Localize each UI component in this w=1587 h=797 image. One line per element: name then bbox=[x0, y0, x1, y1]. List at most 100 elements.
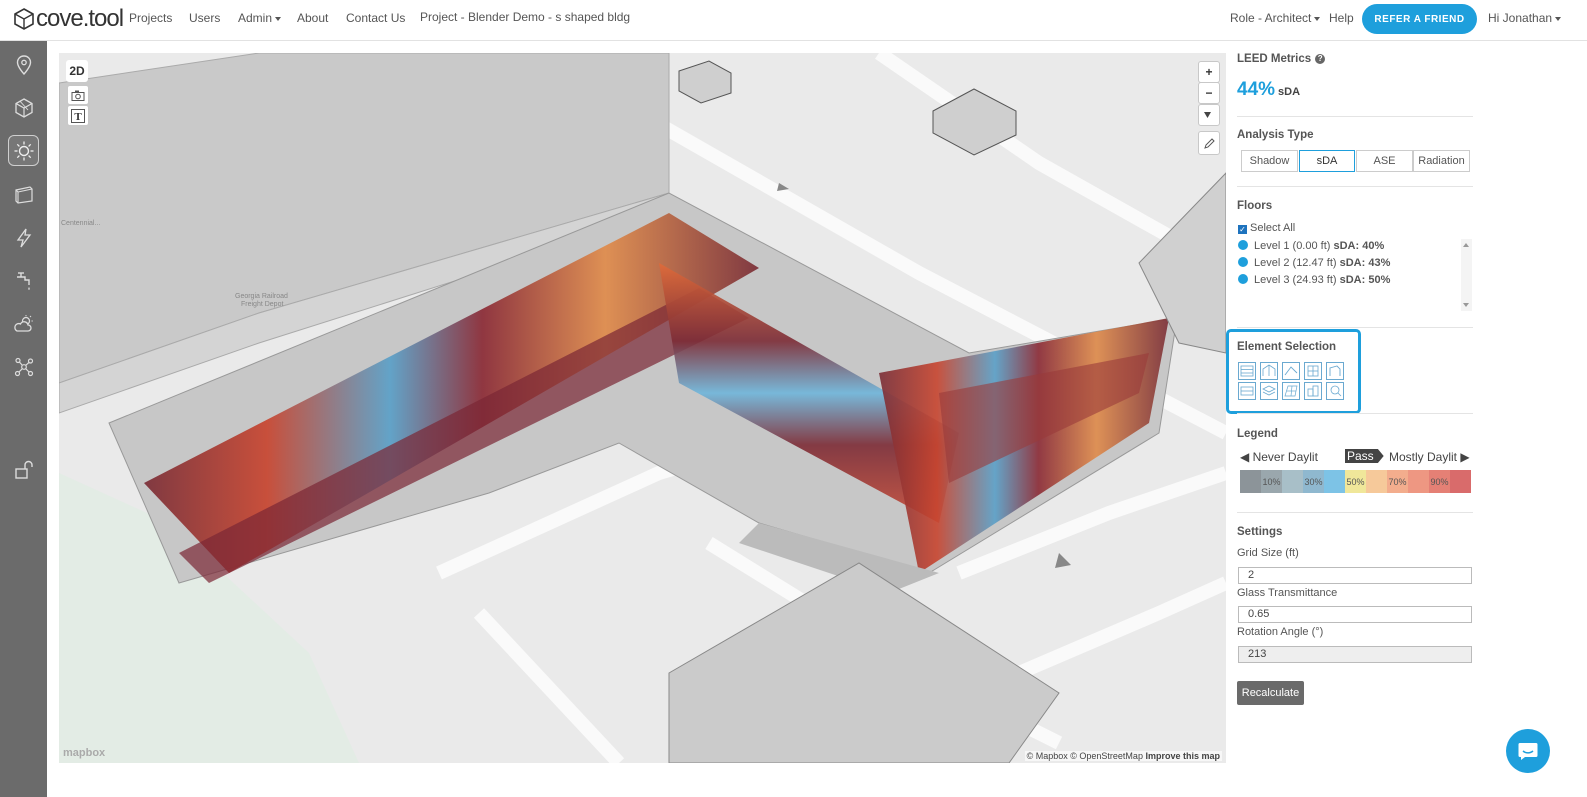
screenshot-camera-icon[interactable] bbox=[67, 85, 89, 105]
legend-never-daylit: ◀ Never Daylit bbox=[1240, 450, 1318, 464]
logo-text: cove.tool bbox=[36, 5, 124, 32]
legend-swatch bbox=[1366, 470, 1387, 493]
rotation-angle-label: Rotation Angle (°) bbox=[1237, 626, 1324, 638]
grid-size-label: Grid Size (ft) bbox=[1237, 547, 1299, 559]
logo-mark-icon bbox=[14, 8, 34, 30]
floor-item-level-2[interactable]: Level 2 (12.47 ft) sDA: 43% bbox=[1238, 257, 1390, 269]
text-label-icon[interactable]: T bbox=[67, 105, 89, 126]
water-faucet-icon[interactable] bbox=[8, 265, 39, 296]
toggle-2d-button[interactable]: 2D bbox=[66, 60, 88, 82]
wall-element-icon[interactable] bbox=[1238, 362, 1256, 380]
pencil-edit-icon[interactable] bbox=[1198, 131, 1220, 155]
floor-metric: sDA: 43% bbox=[1339, 257, 1391, 269]
legend-swatch bbox=[1408, 470, 1429, 493]
slope-element-icon[interactable] bbox=[1282, 362, 1300, 380]
map-attribution: © Mapbox © OpenStreetMap Improve this ma… bbox=[1024, 751, 1222, 761]
tab-ase[interactable]: ASE bbox=[1356, 150, 1413, 172]
window-element-icon[interactable] bbox=[1304, 362, 1322, 380]
compass-reset-icon[interactable] bbox=[1198, 104, 1220, 126]
nav-projects[interactable]: Projects bbox=[129, 11, 172, 25]
grid-element-icon[interactable] bbox=[1282, 382, 1300, 400]
role-dropdown[interactable]: Role - Architect bbox=[1230, 11, 1320, 25]
floor-element-icon[interactable] bbox=[1238, 382, 1256, 400]
nav-about[interactable]: About bbox=[297, 11, 328, 25]
select-all-label: Select All bbox=[1250, 222, 1296, 234]
refer-friend-button[interactable]: REFER A FRIEND bbox=[1362, 4, 1477, 34]
floor-metric: sDA: 40% bbox=[1333, 240, 1385, 252]
nav-users[interactable]: Users bbox=[189, 11, 220, 25]
legend-swatch bbox=[1240, 470, 1261, 493]
roof-element-icon[interactable] bbox=[1260, 362, 1278, 380]
divider bbox=[1237, 116, 1473, 117]
sun-daylight-icon[interactable] bbox=[8, 135, 39, 166]
unlock-icon[interactable] bbox=[8, 454, 39, 485]
floor-label: Level 3 (24.93 ft) bbox=[1254, 274, 1337, 286]
select-all-floors[interactable]: ✓ Select All bbox=[1238, 222, 1295, 234]
nav-admin-dropdown[interactable]: Admin bbox=[238, 11, 281, 25]
sda-unit: sDA bbox=[1278, 86, 1301, 98]
leed-metrics-heading: LEED Metrics? bbox=[1237, 53, 1326, 65]
divider bbox=[1237, 327, 1473, 328]
legend-swatch: 50% bbox=[1345, 470, 1366, 493]
floor-item-level-3[interactable]: Level 3 (24.93 ft) sDA: 50% bbox=[1238, 274, 1390, 286]
help-circle-icon[interactable]: ? bbox=[1315, 54, 1326, 64]
user-menu-dropdown[interactable]: Hi Jonathan bbox=[1488, 11, 1561, 25]
covetool-logo[interactable]: cove.tool bbox=[13, 5, 124, 32]
box-3d-icon[interactable] bbox=[8, 179, 39, 210]
shading-element-icon[interactable] bbox=[1326, 362, 1344, 380]
tab-radiation[interactable]: Radiation bbox=[1413, 150, 1470, 172]
legend-swatch bbox=[1282, 470, 1303, 493]
legend-pass-marker: Pass bbox=[1345, 449, 1384, 463]
poi-label-depot: Georgia Railroad Freight Depot bbox=[235, 293, 288, 308]
floor-item-level-1[interactable]: Level 1 (0.00 ft) sDA: 40% bbox=[1238, 240, 1384, 252]
layers-element-icon[interactable] bbox=[1260, 382, 1278, 400]
legend-swatch: 30% bbox=[1303, 470, 1324, 493]
sda-value: 44% bbox=[1237, 79, 1276, 100]
mapbox-logo: mapbox bbox=[63, 747, 105, 759]
legend-mostly-daylit: Mostly Daylit ▶ bbox=[1389, 450, 1470, 464]
nav-contact[interactable]: Contact Us bbox=[346, 11, 405, 25]
geometry-cube-icon[interactable] bbox=[8, 92, 39, 123]
scroll-up-arrow-icon[interactable] bbox=[1463, 243, 1469, 247]
map-3d-viewport[interactable]: Georgia Railroad Freight Depot Centennial… bbox=[59, 53, 1226, 763]
grid-size-input[interactable]: 2 bbox=[1238, 567, 1472, 584]
building-element-icon[interactable] bbox=[1304, 382, 1322, 400]
legend-title: Legend bbox=[1237, 428, 1278, 440]
improve-map-link[interactable]: Improve this map bbox=[1145, 751, 1220, 761]
zoom-out-button[interactable]: − bbox=[1198, 82, 1220, 104]
floor-color-dot bbox=[1238, 274, 1248, 284]
legend-swatch: 70% bbox=[1387, 470, 1408, 493]
divider bbox=[1237, 512, 1473, 513]
floors-scrollbar[interactable] bbox=[1461, 239, 1472, 311]
cloud-sun-weather-icon[interactable] bbox=[8, 308, 39, 339]
network-nodes-icon[interactable] bbox=[8, 351, 39, 382]
tab-shadow[interactable]: Shadow bbox=[1241, 150, 1298, 172]
legend-swatch: 10% bbox=[1261, 470, 1282, 493]
zoom-in-button[interactable]: + bbox=[1198, 61, 1220, 83]
analysis-type-title: Analysis Type bbox=[1237, 129, 1314, 141]
chat-support-button[interactable] bbox=[1506, 729, 1550, 773]
select-all-checkbox[interactable]: ✓ bbox=[1238, 225, 1247, 234]
recalculate-button[interactable]: Recalculate bbox=[1237, 681, 1304, 705]
floor-metric: sDA: 50% bbox=[1339, 274, 1391, 286]
settings-title: Settings bbox=[1237, 526, 1283, 538]
nav-help[interactable]: Help bbox=[1329, 11, 1354, 25]
floor-label: Level 2 (12.47 ft) bbox=[1254, 257, 1337, 269]
tab-sda[interactable]: sDA bbox=[1299, 150, 1355, 172]
map-scene: Georgia Railroad Freight Depot Centennial… bbox=[59, 53, 1226, 763]
attribution-osm-link[interactable]: © Mapbox © OpenStreetMap bbox=[1027, 751, 1143, 761]
glass-transmittance-input[interactable]: 0.65 bbox=[1238, 606, 1472, 623]
glass-transmittance-label: Glass Transmittance bbox=[1237, 587, 1338, 599]
location-pin-icon[interactable] bbox=[8, 49, 39, 80]
scroll-down-arrow-icon[interactable] bbox=[1463, 303, 1469, 307]
project-title: Project - Blender Demo - s shaped bldg bbox=[420, 10, 631, 24]
legend-swatch bbox=[1324, 470, 1345, 493]
floor-color-dot bbox=[1238, 240, 1248, 250]
lightning-energy-icon[interactable] bbox=[8, 222, 39, 253]
rotation-angle-input: 213 bbox=[1238, 646, 1472, 663]
floor-label: Level 1 (0.00 ft) bbox=[1254, 240, 1331, 252]
chat-bubble-icon bbox=[1518, 743, 1538, 760]
context-element-icon[interactable] bbox=[1326, 382, 1344, 400]
mapbox-logo-text: mapbox bbox=[63, 747, 106, 759]
divider bbox=[1237, 186, 1473, 187]
